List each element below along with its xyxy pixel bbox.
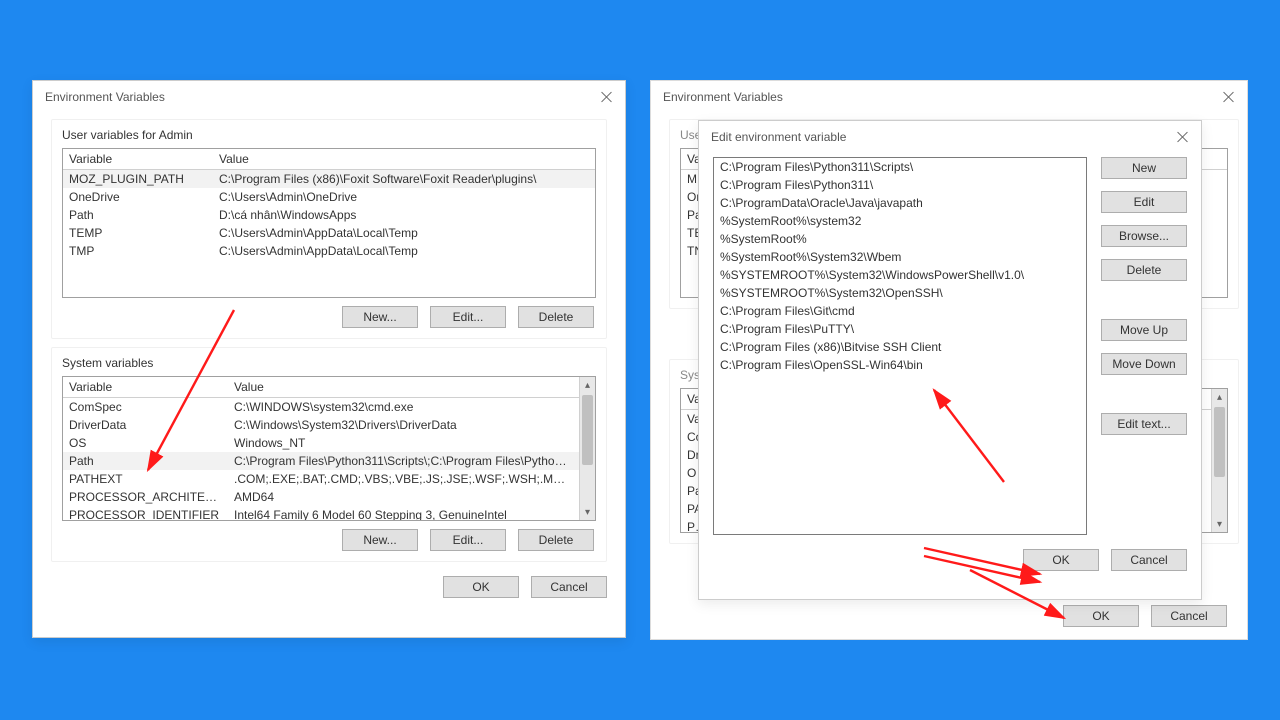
cell-value: Windows_NT <box>228 434 579 452</box>
new-button[interactable]: New <box>1101 157 1187 179</box>
scroll-thumb[interactable] <box>582 395 593 465</box>
scrollbar[interactable]: ▴ ▾ <box>1211 389 1227 532</box>
list-item[interactable]: C:\Program Files\OpenSSL-Win64\bin <box>714 356 1086 374</box>
user-vars-label: User variables for Admin <box>62 128 596 142</box>
scroll-down-icon[interactable]: ▾ <box>1212 516 1227 532</box>
ok-button[interactable]: OK <box>1063 605 1139 627</box>
cell-value: C:\Program Files\Python311\Scripts\;C:\P… <box>228 452 579 470</box>
browse-button[interactable]: Browse... <box>1101 225 1187 247</box>
system-vars-table[interactable]: Variable Value ComSpecC:\WINDOWS\system3… <box>62 376 596 521</box>
ok-button[interactable]: OK <box>1023 549 1099 571</box>
table-row[interactable]: TEMPC:\Users\Admin\AppData\Local\Temp <box>63 224 595 242</box>
user-vars-group: User variables for Admin Variable Value … <box>51 119 607 339</box>
path-list[interactable]: C:\Program Files\Python311\Scripts\C:\Pr… <box>713 157 1087 535</box>
table-row[interactable]: OSWindows_NT <box>63 434 579 452</box>
edit-text-button[interactable]: Edit text... <box>1101 413 1187 435</box>
cell-value: C:\WINDOWS\system32\cmd.exe <box>228 398 579 416</box>
cancel-button[interactable]: Cancel <box>531 576 607 598</box>
table-row[interactable]: PROCESSOR_ARCHITECTUREAMD64 <box>63 488 579 506</box>
cell-value: AMD64 <box>228 488 579 506</box>
cell-value: .COM;.EXE;.BAT;.CMD;.VBS;.VBE;.JS;.JSE;.… <box>228 470 579 488</box>
scroll-up-icon[interactable]: ▴ <box>1212 389 1227 405</box>
list-item[interactable]: C:\Program Files\PuTTY\ <box>714 320 1086 338</box>
close-icon[interactable] <box>1175 129 1191 145</box>
cell-variable: TEMP <box>63 224 213 242</box>
cancel-button[interactable]: Cancel <box>1151 605 1227 627</box>
edit-button[interactable]: Edit <box>1101 191 1187 213</box>
list-item[interactable]: %SYSTEMROOT%\System32\OpenSSH\ <box>714 284 1086 302</box>
system-vars-group: System variables Variable Value ComSpecC… <box>51 347 607 562</box>
cancel-button[interactable]: Cancel <box>1111 549 1187 571</box>
window-title: Edit environment variable <box>711 130 846 144</box>
close-icon[interactable] <box>1221 89 1237 105</box>
scrollbar[interactable]: ▴ ▾ <box>579 377 595 520</box>
move-up-button[interactable]: Move Up <box>1101 319 1187 341</box>
col-header-variable[interactable]: Variable <box>63 149 213 169</box>
table-row[interactable]: OneDriveC:\Users\Admin\OneDrive <box>63 188 595 206</box>
list-item[interactable]: C:\ProgramData\Oracle\Java\javapath <box>714 194 1086 212</box>
edit-env-var-dialog: Edit environment variable C:\Program Fil… <box>698 120 1202 600</box>
cell-variable: OneDrive <box>63 188 213 206</box>
table-row[interactable]: ComSpecC:\WINDOWS\system32\cmd.exe <box>63 398 579 416</box>
cell-value: D:\cá nhân\WindowsApps <box>213 206 595 224</box>
scroll-up-icon[interactable]: ▴ <box>580 377 595 393</box>
scroll-down-icon[interactable]: ▾ <box>580 504 595 520</box>
ok-button[interactable]: OK <box>443 576 519 598</box>
cell-variable: ComSpec <box>63 398 228 416</box>
table-row[interactable]: TMPC:\Users\Admin\AppData\Local\Temp <box>63 242 595 260</box>
sys-edit-button[interactable]: Edit... <box>430 529 506 551</box>
list-item[interactable]: C:\Program Files (x86)\Bitvise SSH Clien… <box>714 338 1086 356</box>
cell-variable: PROCESSOR_ARCHITECTURE <box>63 488 228 506</box>
sys-new-button[interactable]: New... <box>342 529 418 551</box>
list-item[interactable]: %SystemRoot%\System32\Wbem <box>714 248 1086 266</box>
cell-variable: Path <box>63 206 213 224</box>
window-title: Environment Variables <box>45 90 165 104</box>
list-item[interactable]: %SystemRoot% <box>714 230 1086 248</box>
col-header-variable[interactable]: Variable <box>63 377 228 397</box>
list-item[interactable]: C:\Program Files\Git\cmd <box>714 302 1086 320</box>
col-header-value[interactable]: Value <box>228 377 579 397</box>
table-row[interactable]: PathC:\Program Files\Python311\Scripts\;… <box>63 452 579 470</box>
user-new-button[interactable]: New... <box>342 306 418 328</box>
list-item[interactable]: %SYSTEMROOT%\System32\WindowsPowerShell\… <box>714 266 1086 284</box>
cell-variable: MOZ_PLUGIN_PATH <box>63 170 213 188</box>
cell-variable: OS <box>63 434 228 452</box>
cell-value: C:\Users\Admin\OneDrive <box>213 188 595 206</box>
table-row[interactable]: PATHEXT.COM;.EXE;.BAT;.CMD;.VBS;.VBE;.JS… <box>63 470 579 488</box>
user-edit-button[interactable]: Edit... <box>430 306 506 328</box>
system-vars-label: System variables <box>62 356 596 370</box>
delete-button[interactable]: Delete <box>1101 259 1187 281</box>
cell-variable: DriverData <box>63 416 228 434</box>
cell-variable: PROCESSOR_IDENTIFIER <box>63 506 228 520</box>
table-row[interactable]: DriverDataC:\Windows\System32\Drivers\Dr… <box>63 416 579 434</box>
table-row[interactable]: PathD:\cá nhân\WindowsApps <box>63 206 595 224</box>
list-item[interactable]: C:\Program Files\Python311\ <box>714 176 1086 194</box>
window-title: Environment Variables <box>663 90 783 104</box>
scroll-thumb[interactable] <box>1214 407 1225 477</box>
move-down-button[interactable]: Move Down <box>1101 353 1187 375</box>
table-row[interactable]: MOZ_PLUGIN_PATHC:\Program Files (x86)\Fo… <box>63 170 595 188</box>
sys-delete-button[interactable]: Delete <box>518 529 594 551</box>
cell-value: C:\Program Files (x86)\Foxit Software\Fo… <box>213 170 595 188</box>
col-header-value[interactable]: Value <box>213 149 595 169</box>
cell-variable: TMP <box>63 242 213 260</box>
cell-value: C:\Users\Admin\AppData\Local\Temp <box>213 242 595 260</box>
user-vars-table[interactable]: Variable Value MOZ_PLUGIN_PATHC:\Program… <box>62 148 596 298</box>
env-vars-dialog-left: Environment Variables User variables for… <box>32 80 626 638</box>
cell-value: Intel64 Family 6 Model 60 Stepping 3, Ge… <box>228 506 579 520</box>
table-row[interactable]: PROCESSOR_IDENTIFIERIntel64 Family 6 Mod… <box>63 506 579 520</box>
close-icon[interactable] <box>599 89 615 105</box>
cell-variable: PATHEXT <box>63 470 228 488</box>
cell-value: C:\Windows\System32\Drivers\DriverData <box>228 416 579 434</box>
cell-variable: Path <box>63 452 228 470</box>
user-delete-button[interactable]: Delete <box>518 306 594 328</box>
cell-value: C:\Users\Admin\AppData\Local\Temp <box>213 224 595 242</box>
list-item[interactable]: C:\Program Files\Python311\Scripts\ <box>714 158 1086 176</box>
list-item[interactable]: %SystemRoot%\system32 <box>714 212 1086 230</box>
